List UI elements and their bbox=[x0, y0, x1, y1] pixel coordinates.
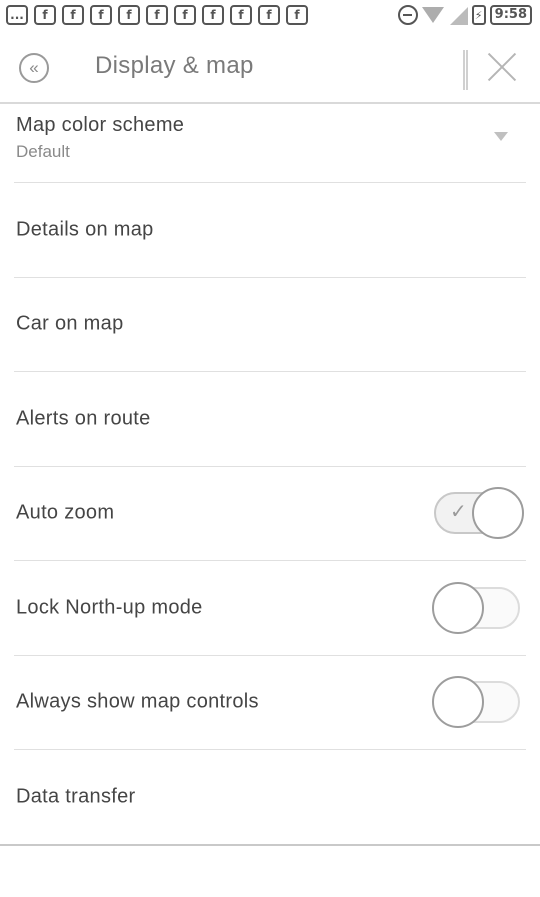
facebook-notification-icon: f bbox=[62, 5, 84, 25]
clock: 9:58 bbox=[489, 5, 532, 25]
setting-always-show-map-controls[interactable]: Always show map controls bbox=[14, 656, 526, 750]
lock-north-up-toggle[interactable] bbox=[432, 581, 524, 634]
setting-value: Default bbox=[16, 142, 70, 161]
facebook-notification-icon: f bbox=[230, 5, 252, 25]
wifi-icon bbox=[421, 7, 444, 23]
list-bottom-divider bbox=[0, 844, 540, 846]
setting-label: Alerts on route bbox=[16, 407, 151, 430]
system-status: ⚡ 9:58 bbox=[397, 5, 532, 25]
facebook-notification-icon: f bbox=[146, 5, 168, 25]
facebook-notification-icon: f bbox=[202, 5, 224, 25]
setting-label: Car on map bbox=[16, 312, 124, 335]
always-show-map-controls-toggle[interactable] bbox=[432, 676, 524, 729]
setting-car-on-map[interactable]: Car on map bbox=[14, 278, 526, 372]
facebook-notification-icon: f bbox=[90, 5, 112, 25]
setting-label: Always show map controls bbox=[16, 690, 259, 713]
chevron-left-icon: « bbox=[29, 58, 39, 77]
close-button[interactable] bbox=[485, 50, 519, 84]
facebook-notification-icon: f bbox=[258, 5, 280, 25]
facebook-notification-icon: f bbox=[34, 5, 56, 25]
more-notifications-icon: ... bbox=[6, 5, 28, 25]
battery-charging-icon: ⚡ bbox=[471, 5, 486, 25]
dropdown-arrow-icon bbox=[494, 132, 508, 141]
facebook-notification-icon: f bbox=[286, 5, 308, 25]
settings-list: Map color scheme Default Details on map … bbox=[0, 106, 540, 845]
setting-label: Map color scheme bbox=[16, 114, 185, 136]
setting-data-transfer[interactable]: Data transfer bbox=[14, 750, 526, 845]
page-title: Display & map bbox=[95, 52, 254, 79]
facebook-notification-icon: f bbox=[174, 5, 196, 25]
check-icon: ✓ bbox=[450, 501, 467, 524]
back-button[interactable]: « bbox=[19, 53, 49, 83]
signal-icon bbox=[448, 5, 468, 25]
setting-label: Lock North-up mode bbox=[16, 596, 203, 619]
setting-label: Data transfer bbox=[16, 785, 136, 808]
toggle-knob bbox=[472, 487, 524, 540]
setting-map-color-scheme[interactable]: Map color scheme Default bbox=[14, 106, 526, 183]
setting-label: Auto zoom bbox=[16, 501, 115, 524]
status-bar: ... f f f f f f f f f f ⚡ 9:58 bbox=[0, 0, 540, 30]
setting-alerts-on-route[interactable]: Alerts on route bbox=[14, 372, 526, 467]
setting-auto-zoom[interactable]: Auto zoom ✓ bbox=[14, 467, 526, 561]
toggle-knob bbox=[432, 581, 484, 634]
toggle-knob bbox=[432, 676, 484, 729]
do-not-disturb-icon bbox=[397, 5, 418, 25]
setting-details-on-map[interactable]: Details on map bbox=[14, 183, 526, 278]
auto-zoom-toggle[interactable]: ✓ bbox=[432, 487, 524, 540]
setting-lock-north-up[interactable]: Lock North-up mode bbox=[14, 561, 526, 656]
facebook-notification-icon: f bbox=[118, 5, 140, 25]
header: « Display & map bbox=[0, 30, 540, 104]
header-divider bbox=[463, 50, 468, 90]
notification-icons: ... f f f f f f f f f f bbox=[6, 5, 308, 25]
setting-label: Details on map bbox=[16, 218, 154, 241]
